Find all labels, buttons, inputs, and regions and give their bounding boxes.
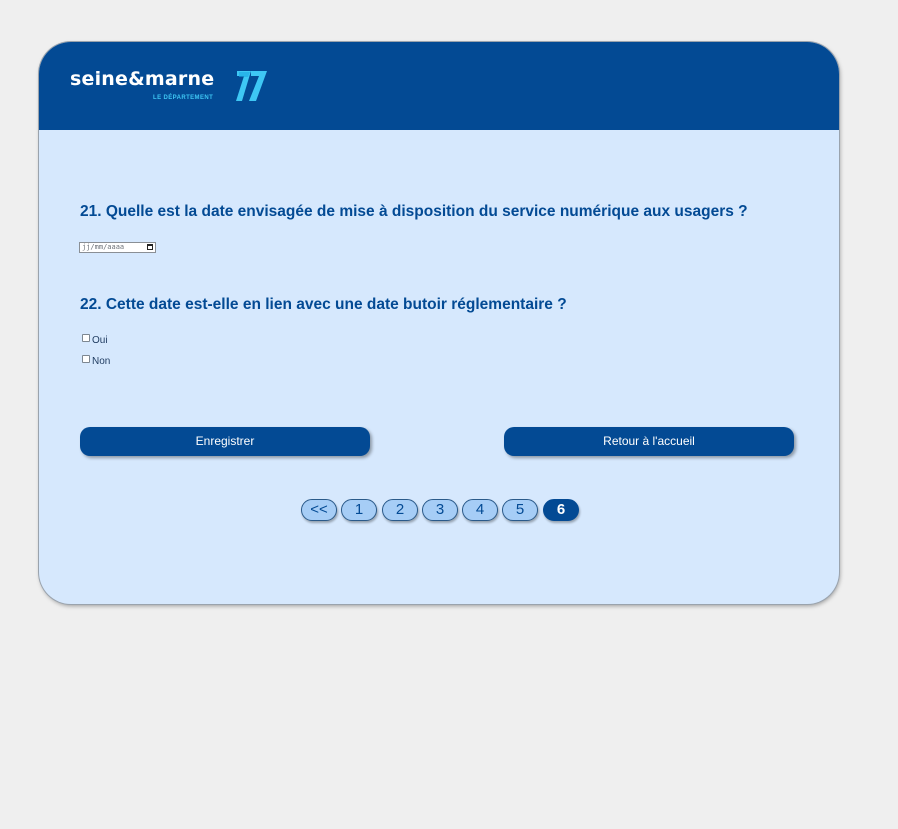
oui-label: Oui (92, 335, 108, 346)
page-5-button[interactable]: 5 (502, 499, 538, 521)
logo-77-icon (236, 71, 267, 101)
page-3-button[interactable]: 3 (422, 499, 458, 521)
question-21-label: 21. Quelle est la date envisagée de mise… (80, 203, 748, 220)
logo-text: seine&marne (70, 68, 215, 90)
option-non[interactable]: Non (82, 355, 110, 367)
question-22-label: 22. Cette date est-elle en lien avec une… (80, 296, 567, 313)
logo-subtitle: LE DÉPARTEMENT (153, 95, 214, 101)
option-oui[interactable]: Oui (82, 334, 108, 346)
page-6-button[interactable]: 6 (543, 499, 579, 521)
seine-et-marne-logo[interactable]: seine&marne LE DÉPARTEMENT (70, 65, 280, 105)
page-4-button[interactable]: 4 (462, 499, 498, 521)
page-prev-button[interactable]: << (301, 499, 337, 521)
page-2-button[interactable]: 2 (382, 499, 418, 521)
non-checkbox[interactable] (82, 355, 90, 363)
form-card: seine&marne LE DÉPARTEMENT 21. Quelle es… (39, 42, 839, 604)
home-button[interactable]: Retour à l'accueil (504, 427, 794, 456)
oui-checkbox[interactable] (82, 334, 90, 342)
save-button[interactable]: Enregistrer (80, 427, 370, 456)
date-placeholder: jj/mm/aaaa (82, 243, 125, 251)
page-1-button[interactable]: 1 (341, 499, 377, 521)
date-input[interactable]: jj/mm/aaaa (79, 242, 156, 253)
header-banner: seine&marne LE DÉPARTEMENT (39, 42, 839, 130)
non-label: Non (92, 356, 111, 367)
calendar-icon[interactable] (147, 244, 153, 250)
